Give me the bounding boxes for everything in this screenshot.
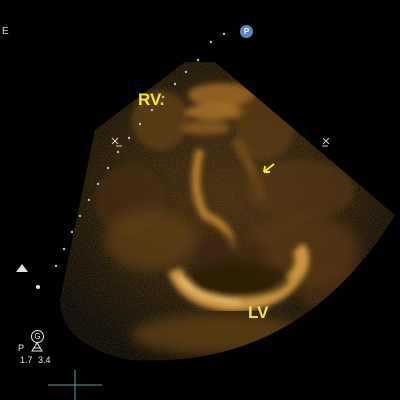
orientation-letter: E — [2, 26, 9, 37]
depth-value: 3.4 — [38, 355, 51, 365]
echo-image: RV. LV E P G P 1.7 3.4 — [0, 0, 400, 400]
sector-tick-right — [322, 137, 330, 147]
crosshair-icon — [48, 370, 102, 400]
focus-dot — [36, 285, 40, 289]
triangle-marker-icon — [31, 342, 43, 352]
triangle-marker-icon — [16, 264, 28, 272]
probe-side-label: P — [18, 343, 25, 353]
depth-value: 1.7 — [20, 355, 33, 365]
probe-orientation-marker: P — [240, 25, 253, 38]
lv-label: LV — [248, 303, 269, 322]
ultrasound-sector — [16, 32, 395, 400]
rv-label: RV. — [138, 90, 165, 109]
depth-scale-dots-top — [209, 32, 226, 44]
